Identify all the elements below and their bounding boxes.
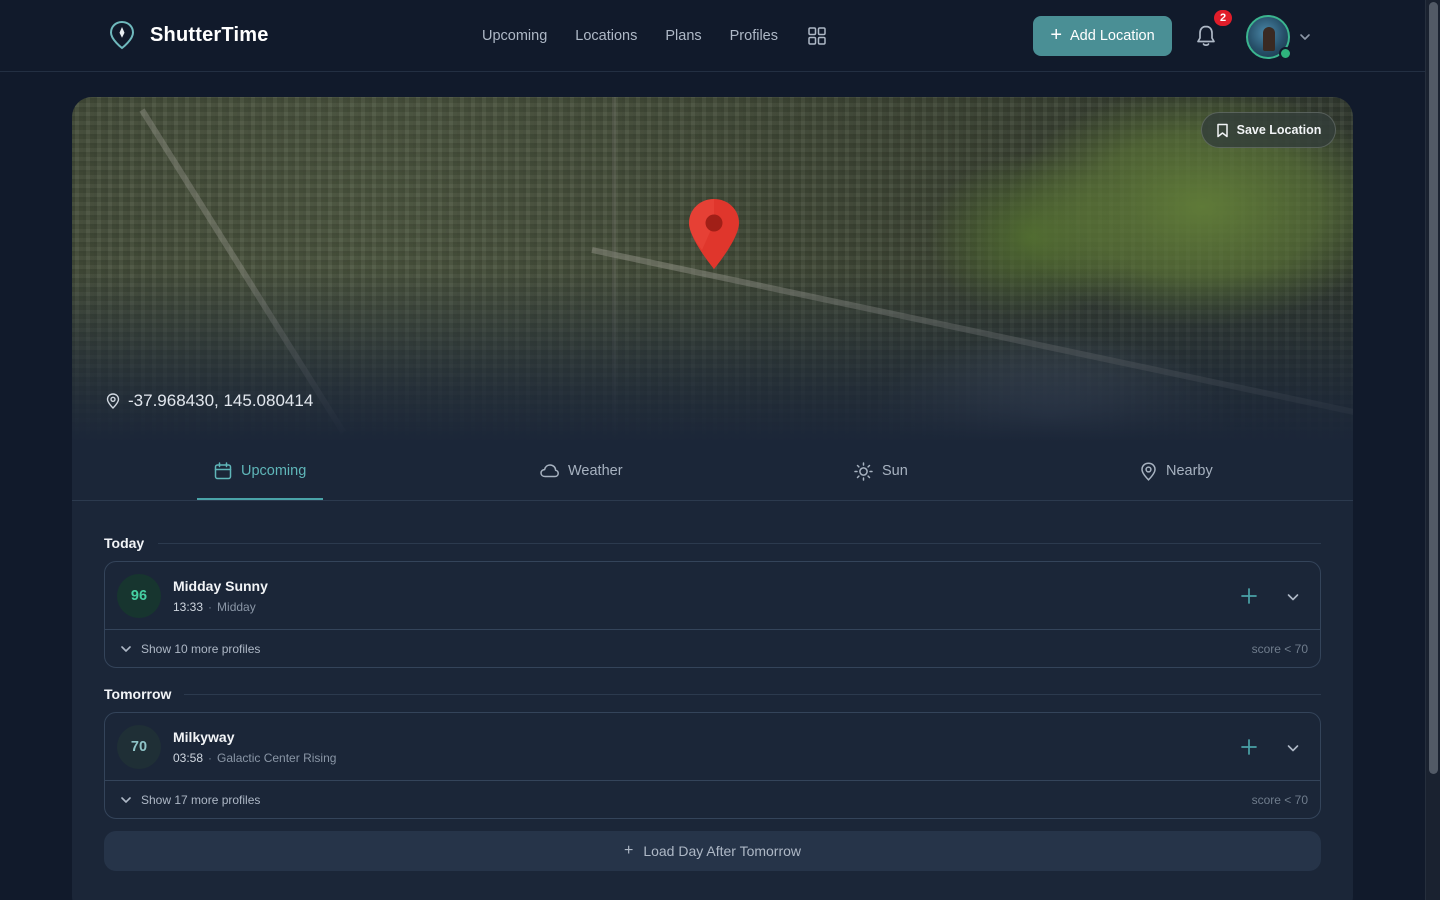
coordinates-display: -37.968430, 145.080414: [106, 391, 313, 411]
separator-dot: ·: [208, 751, 213, 765]
event-meta: 13:33 · Midday: [173, 600, 256, 614]
tab-upcoming-label: Upcoming: [241, 463, 307, 479]
coordinates-text: -37.968430, 145.080414: [128, 391, 314, 410]
divider: [184, 694, 1321, 695]
top-navigation-bar: ShutterTime Upcoming Locations Plans Pro…: [0, 0, 1425, 72]
score-threshold-label: score < 70: [1251, 793, 1308, 807]
divider: [158, 543, 1321, 544]
satellite-map[interactable]: Save Location -37.968430, 145.080414: [72, 97, 1353, 442]
online-status-indicator: [1279, 47, 1292, 60]
map-pin-icon: [106, 393, 120, 409]
add-location-button[interactable]: + Add Location: [1033, 16, 1172, 56]
chevron-down-icon[interactable]: [1298, 30, 1312, 44]
nav-link-locations[interactable]: Locations: [575, 28, 637, 44]
event-subtitle: Galactic Center Rising: [217, 751, 337, 765]
location-card: Save Location -37.968430, 145.080414 Upc…: [72, 97, 1353, 900]
app-name: ShutterTime: [150, 23, 269, 46]
apps-grid-icon[interactable]: [808, 27, 826, 45]
nav-link-profiles[interactable]: Profiles: [730, 28, 778, 44]
event-name: Milkyway: [173, 729, 235, 745]
show-more-profiles-toggle[interactable]: Show 10 more profiles score < 70: [105, 630, 1320, 668]
save-location-button[interactable]: Save Location: [1201, 112, 1336, 148]
tab-upcoming[interactable]: Upcoming: [214, 442, 306, 500]
chevron-down-icon: [121, 797, 131, 803]
active-tab-indicator: [197, 498, 323, 500]
tab-weather-label: Weather: [568, 463, 623, 479]
save-location-label: Save Location: [1236, 123, 1322, 137]
sun-icon: [854, 461, 873, 481]
tab-sun-label: Sun: [882, 463, 908, 479]
score-badge: 96: [117, 574, 161, 618]
tab-weather[interactable]: Weather: [540, 442, 623, 500]
event-subtitle: Midday: [217, 600, 256, 614]
expand-chevron-down-icon[interactable]: [1285, 589, 1301, 605]
add-to-plan-plus-icon[interactable]: [1239, 737, 1259, 757]
scrollbar-thumb[interactable]: [1429, 2, 1438, 774]
map-pin-icon: [1141, 461, 1156, 481]
location-tabs: Upcoming Weather Sun Nearby: [72, 442, 1353, 501]
event-name: Midday Sunny: [173, 578, 268, 594]
cloud-icon: [540, 464, 559, 478]
event-row[interactable]: 70 Milkyway 03:58 · Galactic Center Rising: [105, 713, 1320, 781]
event-card: 96 Midday Sunny 13:33 · Midday Show 10 mor…: [104, 561, 1321, 668]
page-scrollbar[interactable]: [1425, 0, 1440, 900]
plus-icon: +: [1050, 24, 1063, 46]
event-row[interactable]: 96 Midday Sunny 13:33 · Midday: [105, 562, 1320, 630]
day-heading-tomorrow: Tomorrow: [104, 686, 172, 702]
event-time: 03:58: [173, 751, 204, 765]
load-more-days-button[interactable]: + Load Day After Tomorrow: [104, 831, 1321, 871]
show-more-label: Show 10 more profiles: [141, 642, 261, 656]
score-badge: 70: [117, 725, 161, 769]
event-time: 13:33: [173, 600, 204, 614]
calendar-icon: [214, 462, 232, 480]
load-more-label: Load Day After Tomorrow: [643, 843, 802, 859]
day-heading-today: Today: [104, 535, 145, 551]
notifications-bell-icon[interactable]: [1195, 24, 1217, 48]
nav-link-plans[interactable]: Plans: [665, 28, 701, 44]
chevron-down-icon: [121, 646, 131, 652]
separator-dot: ·: [208, 600, 213, 614]
add-location-label: Add Location: [1070, 28, 1155, 44]
show-more-profiles-toggle[interactable]: Show 17 more profiles score < 70: [105, 781, 1320, 819]
add-to-plan-plus-icon[interactable]: [1239, 586, 1259, 606]
tab-sun[interactable]: Sun: [854, 442, 908, 500]
bookmark-icon: [1216, 123, 1228, 137]
tab-nearby[interactable]: Nearby: [1140, 442, 1213, 500]
event-card: 70 Milkyway 03:58 · Galactic Center Rising…: [104, 712, 1321, 819]
location-marker-icon[interactable]: [686, 197, 742, 271]
plus-icon: +: [623, 842, 634, 859]
nav-link-upcoming[interactable]: Upcoming: [482, 28, 547, 44]
notification-count-badge: 2: [1214, 10, 1232, 26]
brand[interactable]: ShutterTime: [108, 20, 269, 50]
logo-pin-icon: [109, 20, 135, 50]
tab-nearby-label: Nearby: [1166, 463, 1213, 479]
event-meta: 03:58 · Galactic Center Rising: [173, 751, 336, 765]
avatar-photo: [1263, 27, 1275, 51]
show-more-label: Show 17 more profiles: [141, 793, 261, 807]
main-nav: Upcoming Locations Plans Profiles: [482, 0, 826, 72]
expand-chevron-down-icon[interactable]: [1285, 740, 1301, 756]
score-threshold-label: score < 70: [1251, 642, 1308, 656]
